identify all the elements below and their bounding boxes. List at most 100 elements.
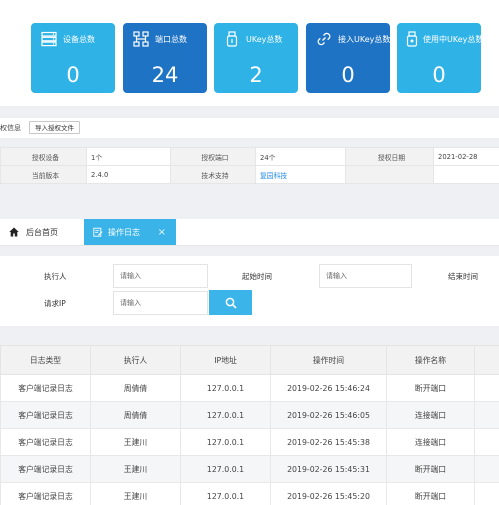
table-row[interactable]: 客户端记录日志 周倩倩 127.0.0.1 2019-02-26 15:46:2… — [1, 375, 499, 402]
search-icon — [225, 297, 237, 309]
start-time-label: 起始时间 — [242, 271, 272, 282]
stat-value: 24 — [123, 63, 207, 87]
end-time-label: 结束时间 — [448, 271, 478, 282]
table-row[interactable]: 客户端记录日志 王建川 127.0.0.1 2019-02-26 15:45:3… — [1, 456, 499, 483]
ip-cell: 127.0.0.1 — [181, 483, 271, 505]
import-license-button[interactable]: 导入授权文件 — [29, 121, 80, 134]
log-type-cell: 客户端记录日志 — [1, 375, 91, 402]
stat-title: UKey总数 — [246, 34, 282, 45]
time-cell: 2019-02-26 15:45:31 — [271, 456, 387, 483]
auth-value: 1个 — [87, 148, 171, 166]
usb-key-icon — [224, 31, 240, 47]
operation-cell: 断开端口 — [387, 456, 475, 483]
column-header: 日志类型 — [1, 346, 91, 375]
stat-value: 0 — [397, 63, 481, 87]
usb-key-in-use-icon — [404, 31, 420, 47]
operation-cell: 断开端口 — [387, 483, 475, 505]
auth-value — [434, 166, 499, 184]
request-ip-label: 请求IP — [44, 298, 66, 309]
auth-value: 24个 — [256, 148, 346, 166]
executor-cell: 周倩倩 — [91, 402, 181, 429]
log-type-cell: 客户端记录日志 — [1, 483, 91, 505]
stats-panel: 设备总数 0 端口总数 24 UKey总数 2 — [0, 0, 499, 106]
ip-cell: 127.0.0.1 — [181, 375, 271, 402]
ip-cell: 127.0.0.1 — [181, 456, 271, 483]
column-header: 操作名称 — [387, 346, 475, 375]
auth-info-header: 权信息 导入授权文件 — [0, 118, 499, 138]
auth-label: 授权端口 — [171, 148, 256, 166]
time-cell: 2019-02-26 15:45:20 — [271, 483, 387, 505]
edit-document-icon — [93, 227, 103, 237]
tab-operation-log[interactable]: 操作日志 × — [84, 219, 176, 245]
executor-cell: 王建川 — [91, 456, 181, 483]
stat-title: 设备总数 — [63, 34, 95, 45]
auth-row: 授权设备 1个 授权端口 24个 授权日期 2021-02-28 — [1, 148, 499, 166]
ip-cell: 127.0.0.1 — [181, 402, 271, 429]
stat-card-ukeys[interactable]: UKey总数 2 — [214, 23, 298, 93]
ip-cell: 127.0.0.1 — [181, 429, 271, 456]
time-cell: 2019-02-26 15:45:38 — [271, 429, 387, 456]
network-icon — [133, 31, 149, 47]
close-tab-icon[interactable]: × — [158, 227, 166, 238]
stat-value: 0 — [306, 63, 390, 87]
auth-label — [346, 166, 434, 184]
log-table-header: 日志类型 执行人 IP地址 操作时间 操作名称 — [1, 346, 499, 375]
server-icon — [41, 31, 57, 47]
table-row[interactable]: 客户端记录日志 周倩倩 127.0.0.1 2019-02-26 15:46:0… — [1, 402, 499, 429]
log-type-cell: 客户端记录日志 — [1, 429, 91, 456]
request-ip-input[interactable] — [113, 291, 208, 315]
auth-label: 授权日期 — [346, 148, 434, 166]
home-icon — [9, 227, 19, 237]
auth-row: 当前版本 2.4.0 技术支持 复园科技 — [1, 166, 499, 184]
spacer-cell — [475, 456, 499, 483]
operation-cell: 连接端口 — [387, 402, 475, 429]
table-row[interactable]: 客户端记录日志 王建川 127.0.0.1 2019-02-26 15:45:3… — [1, 429, 499, 456]
spacer-cell — [475, 429, 499, 456]
executor-cell: 周倩倩 — [91, 375, 181, 402]
log-table-container: 日志类型 执行人 IP地址 操作时间 操作名称 客户端记录日志 周倩倩 127.… — [0, 345, 499, 505]
tab-bar: 后台首页 操作日志 × — [0, 219, 499, 246]
executor-cell: 王建川 — [91, 483, 181, 505]
executor-label: 执行人 — [44, 271, 67, 282]
auth-info-title: 权信息 — [0, 123, 21, 133]
search-button[interactable] — [209, 290, 252, 315]
table-row[interactable]: 客户端记录日志 王建川 127.0.0.1 2019-02-26 15:45:2… — [1, 483, 499, 505]
log-type-cell: 客户端记录日志 — [1, 402, 91, 429]
spacer-cell — [475, 402, 499, 429]
tab-operation-log-label: 操作日志 — [108, 227, 140, 238]
auth-value: 复园科技 — [256, 166, 346, 184]
auth-label: 当前版本 — [1, 166, 87, 184]
executor-input[interactable] — [113, 264, 208, 288]
tech-support-link[interactable]: 复园科技 — [260, 172, 287, 180]
column-header: IP地址 — [181, 346, 271, 375]
auth-value: 2021-02-28 — [434, 148, 499, 166]
search-panel: 执行人 起始时间 结束时间 请求IP — [0, 256, 499, 326]
stat-value: 2 — [214, 63, 298, 87]
operation-cell: 断开端口 — [387, 375, 475, 402]
start-time-input[interactable] — [319, 264, 412, 288]
tab-home[interactable]: 后台首页 — [9, 219, 58, 245]
spacer-cell — [475, 483, 499, 505]
auth-label: 技术支持 — [171, 166, 256, 184]
stat-title: 使用中UKey总数 — [423, 34, 483, 45]
stat-title: 端口总数 — [155, 34, 187, 45]
link-icon — [316, 31, 332, 47]
executor-cell: 王建川 — [91, 429, 181, 456]
log-table: 日志类型 执行人 IP地址 操作时间 操作名称 客户端记录日志 周倩倩 127.… — [0, 345, 499, 505]
auth-label: 授权设备 — [1, 148, 87, 166]
column-header: 执行人 — [91, 346, 181, 375]
stat-value: 0 — [31, 63, 115, 87]
stat-card-ukeys-in-use[interactable]: 使用中UKey总数 0 — [397, 23, 481, 93]
tab-home-label: 后台首页 — [26, 227, 58, 238]
stat-card-ports[interactable]: 端口总数 24 — [123, 23, 207, 93]
stat-card-connected-ukeys[interactable]: 接入UKey总数 0 — [306, 23, 390, 93]
stat-card-devices[interactable]: 设备总数 0 — [31, 23, 115, 93]
time-cell: 2019-02-26 15:46:24 — [271, 375, 387, 402]
auth-value: 2.4.0 — [87, 166, 171, 184]
spacer-cell — [475, 375, 499, 402]
column-header-spacer — [475, 346, 499, 375]
operation-cell: 连接端口 — [387, 429, 475, 456]
column-header: 操作时间 — [271, 346, 387, 375]
auth-info-table: 授权设备 1个 授权端口 24个 授权日期 2021-02-28 当前版本 2.… — [0, 147, 499, 184]
time-cell: 2019-02-26 15:46:05 — [271, 402, 387, 429]
